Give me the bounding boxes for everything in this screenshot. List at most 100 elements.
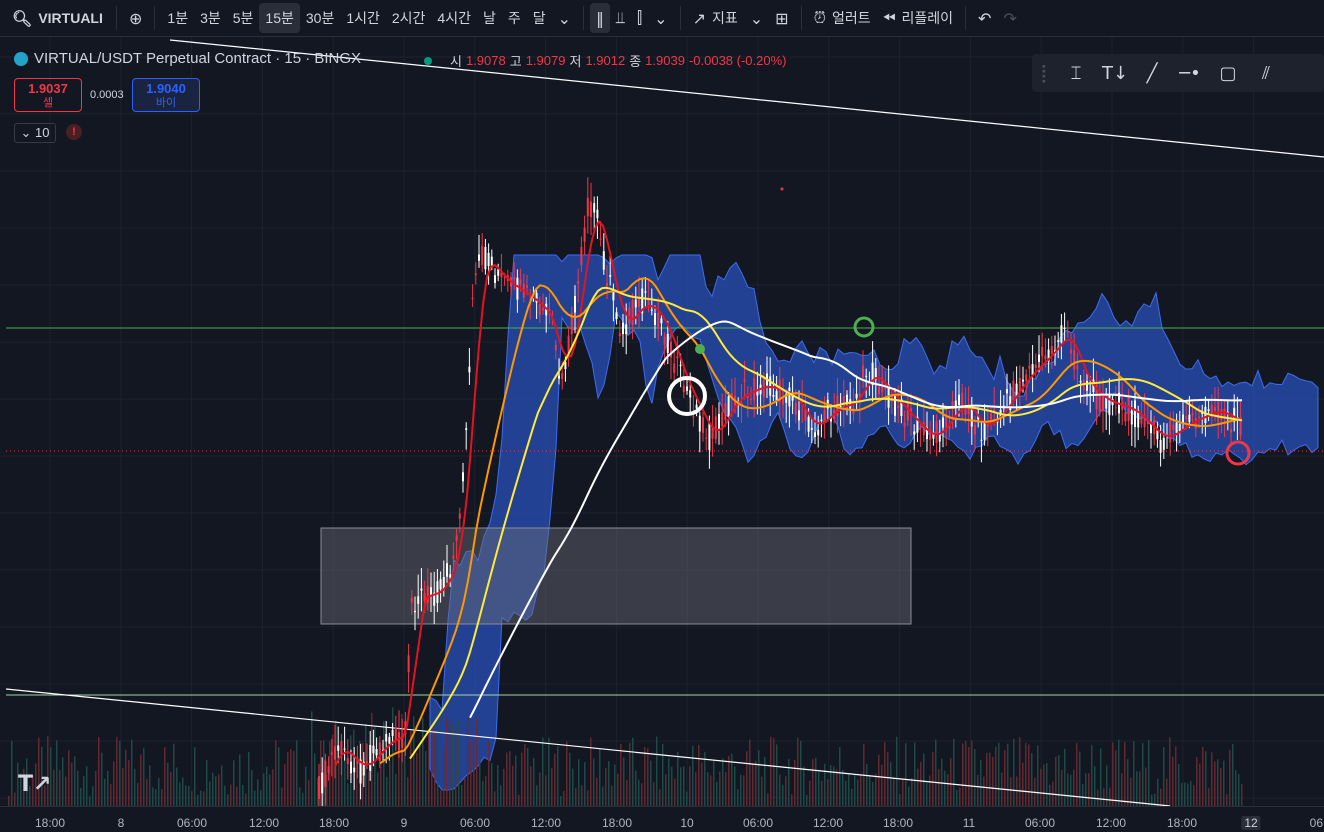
volume-bar [56,740,58,806]
interval-month[interactable]: 달 [527,3,552,33]
text-tool-icon[interactable]: T↓ [1102,63,1128,84]
horizontal-ray-icon[interactable]: ─• [1178,63,1202,84]
volume-bar [746,751,748,806]
interval-30m[interactable]: 30분 [300,3,340,33]
volume-bar [1232,744,1234,806]
volume-bar [191,791,193,806]
volume-bar [968,747,970,806]
volume-bar [953,738,955,806]
candle-body [497,269,500,276]
quantity-selector[interactable]: ⌄ 10 [14,123,56,143]
volume-bar [245,793,247,806]
candle-body [452,555,455,559]
candle-body [465,428,468,430]
volume-bar [416,752,418,806]
alert-button[interactable]: ⏰︎ 얼러트 [808,3,877,33]
symbol-search[interactable]: 🔍︎ VIRTUALI [0,3,110,33]
volume-bar [1241,784,1243,806]
interval-day[interactable]: 날 [477,3,502,33]
chart-type-button[interactable]: ⫿ [631,3,648,33]
candle-body [993,408,996,411]
layout-button[interactable]: ⊞ [769,3,794,33]
price-chart[interactable] [0,37,1324,831]
price-range-icon[interactable]: ⌶ [1064,63,1088,84]
volume-bar [905,743,907,806]
volume-bar [521,752,523,806]
candle-body [602,251,605,270]
rectangle-icon[interactable]: ▢ [1216,63,1240,84]
indicators-label: 지표 [711,10,738,26]
volume-bar [68,750,70,806]
volume-bar [668,758,670,806]
chart-type-dropdown[interactable]: ⌄ [648,3,673,33]
volume-bar [155,789,157,806]
volume-bar [662,744,664,806]
interval-week[interactable]: 주 [502,3,527,33]
volume-bar [8,796,10,806]
interval-dropdown[interactable]: ⌄ [552,3,577,33]
candle-body [554,344,557,351]
volume-bar [1022,762,1024,806]
candle-body [1057,340,1060,343]
volume-bar [1025,742,1027,806]
trend-line-icon[interactable]: ╱ [1140,63,1164,84]
volume-bar [608,761,610,806]
volume-bar [653,782,655,806]
drag-handle-icon[interactable]: ⡇ [1040,63,1053,84]
interval-1h[interactable]: 1시간 [340,3,386,33]
parallel-channel-icon[interactable]: ⫽ [1254,63,1278,84]
volume-bar [209,781,211,806]
interval-15m[interactable]: 15분 [259,3,300,33]
divider [583,6,585,30]
candle-body [894,393,896,416]
volume-bar [917,768,919,806]
redo-button[interactable]: ↷ [997,3,1022,33]
volume-bar [176,767,178,806]
time-axis[interactable]: 18:00 8 06:00 12:00 18:00 9 06:00 12:00 18:00 10 0… [0,806,1324,832]
sell-label: 셀 [42,97,54,109]
volume-bar [836,769,838,806]
tradingview-logo[interactable]: T↗ [18,772,51,797]
sell-button[interactable]: 1.9037 셀 [14,78,82,112]
candle-body [1031,363,1034,376]
interval-1m[interactable]: 1분 [161,3,194,33]
candle-body [593,203,596,213]
warning-icon[interactable]: ! [66,124,82,140]
interval-5m[interactable]: 5분 [227,3,260,33]
volume-bar [893,777,895,806]
undo-button[interactable]: ↶ [972,3,997,33]
volume-bar [803,766,805,806]
volume-bar [314,753,316,806]
buy-button[interactable]: 1.9040 바이 [132,78,200,112]
candle-body [846,394,848,403]
volume-bar [11,740,13,806]
interval-3m[interactable]: 3분 [194,3,227,33]
candle-body [1198,416,1200,418]
volume-bar [848,773,850,806]
candle-type-button[interactable]: ‖ [590,3,611,33]
volume-bar [95,770,97,806]
interval-2h[interactable]: 2시간 [386,3,432,33]
candle-body [439,579,442,590]
volume-bar [302,792,304,806]
volume-bar [599,748,601,806]
volume-bar [719,771,721,806]
volume-bar [194,747,196,806]
indicators-button[interactable]: ↗ 지표 [687,3,744,33]
candle-body [487,252,490,267]
replay-button[interactable]: ⏪︎ 리플레이 [877,3,959,33]
volume-bar [683,766,685,806]
bar-type-button[interactable]: ⫫ [610,3,631,33]
candle-body [862,365,864,379]
candle-type-icon: ‖ [596,8,605,28]
volume-bar [242,784,244,806]
volume-bar [104,778,106,806]
interval-4h[interactable]: 4시간 [431,3,477,33]
volume-bar [254,790,256,806]
volume-bar [890,762,892,806]
candle-body [906,402,909,421]
volume-bar [344,753,346,806]
add-symbol-button[interactable]: ⊕ [123,3,148,33]
indicators-dropdown[interactable]: ⌄ [744,3,769,33]
candle-body [1098,394,1101,412]
